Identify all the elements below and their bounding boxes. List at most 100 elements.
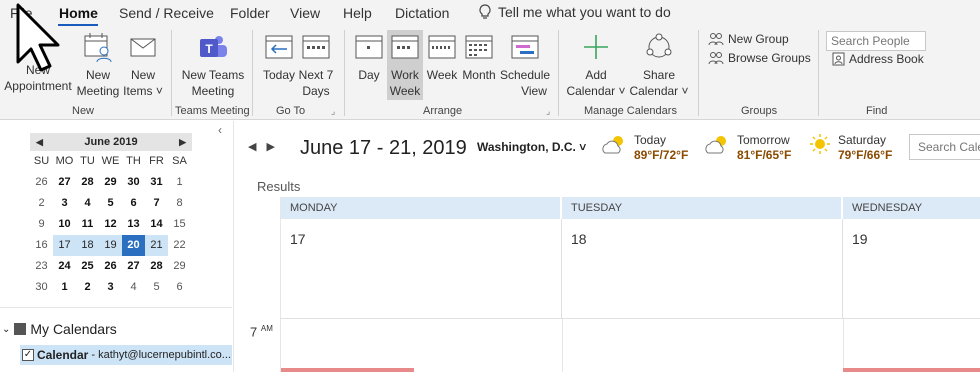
date-cell[interactable]: 9 [30, 214, 53, 235]
date-cell[interactable]: 3 [99, 277, 122, 298]
weather-location-dropdown[interactable]: Washington, D.C. ˅ [477, 140, 586, 154]
browse-groups-button[interactable]: Browse Groups [708, 51, 811, 65]
date-cell[interactable]: 26 [30, 172, 53, 193]
date-cell[interactable]: 16 [30, 235, 53, 256]
date-cell[interactable]: 22 [168, 235, 191, 256]
date-cell[interactable]: 24 [53, 256, 76, 277]
calendar-checkbox[interactable]: ✓ [22, 349, 34, 361]
day-cell-tuesday[interactable]: 18 [562, 219, 843, 319]
lightbulb-icon [479, 4, 491, 19]
date-cell[interactable]: 31 [145, 172, 168, 193]
date-cell[interactable]: 20 [122, 235, 145, 256]
date-cell[interactable]: 27 [53, 172, 76, 193]
prev-week-icon[interactable]: ◀ [248, 141, 266, 153]
next-month-icon[interactable]: ▶ [179, 133, 186, 151]
date-cell[interactable]: 15 [168, 214, 191, 235]
weekday-header: SU [33, 155, 50, 167]
date-cell[interactable]: 4 [76, 193, 99, 214]
new-group-button[interactable]: New Group [708, 32, 789, 46]
date-cell[interactable]: 7 [145, 193, 168, 214]
date-cell[interactable]: 28 [145, 256, 168, 277]
date-cell[interactable]: 6 [122, 193, 145, 214]
tab-help[interactable]: Help [343, 5, 372, 21]
day-cell-monday[interactable]: 17 [281, 219, 562, 319]
day-view-button[interactable]: Day [352, 30, 386, 83]
new-items-button[interactable]: New Items ˅ [122, 30, 164, 99]
date-range-title: June 17 - 21, 2019 [300, 137, 467, 159]
group-label-teams: Teams Meeting [175, 105, 250, 117]
next-7-days-button[interactable]: Next 7 Days [298, 30, 334, 99]
date-cell[interactable]: 10 [53, 214, 76, 235]
my-calendars-group[interactable]: ⌄ My Calendars [2, 321, 117, 337]
tab-send-receive[interactable]: Send / Receive [119, 5, 214, 21]
tab-dictation[interactable]: Dictation [395, 5, 449, 21]
schedule-label-1: Schedule [500, 68, 551, 82]
month-view-button[interactable]: Month [460, 30, 498, 83]
month-label: June 2019 [84, 136, 138, 148]
today-button[interactable]: Today [260, 30, 298, 83]
tell-me-box[interactable]: Tell me what you want to do [478, 4, 671, 20]
date-cell[interactable]: 3 [53, 193, 76, 214]
appointment-block[interactable] [843, 368, 980, 372]
date-cell[interactable]: 30 [30, 277, 53, 298]
date-cell[interactable]: 23 [30, 256, 53, 277]
date-cell[interactable]: 25 [76, 256, 99, 277]
address-book-button[interactable]: Address Book [832, 52, 924, 66]
date-cell[interactable]: 21 [145, 235, 168, 256]
date-cell[interactable]: 29 [168, 256, 191, 277]
collapse-pane-icon[interactable]: ‹ [218, 123, 222, 137]
results-label: Results [257, 179, 301, 194]
date-cell[interactable]: 8 [168, 193, 191, 214]
date-cell[interactable]: 17 [53, 235, 76, 256]
next-week-icon[interactable]: ▶ [266, 141, 284, 153]
tab-home[interactable]: Home [59, 5, 98, 21]
date-cell[interactable]: 1 [168, 172, 191, 193]
dialog-launcher-icon[interactable]: ⌟ [546, 106, 550, 117]
search-people-input[interactable]: Search People [826, 31, 926, 51]
people-icon [708, 33, 724, 46]
group-label-manage: Manage Calendars [584, 105, 677, 117]
date-cell[interactable]: 27 [122, 256, 145, 277]
date-cell[interactable]: 1 [53, 277, 76, 298]
week-view-button[interactable]: Week [424, 30, 460, 83]
partly-cloudy-icon [602, 136, 623, 154]
date-cell[interactable]: 12 [99, 214, 122, 235]
new-teams-meeting-button[interactable]: T New Teams Meeting [178, 30, 248, 99]
date-cell[interactable]: 30 [122, 172, 145, 193]
date-cell[interactable]: 28 [76, 172, 99, 193]
next7-label-1: Next 7 [298, 68, 334, 82]
prev-month-icon[interactable]: ◀ [36, 133, 43, 151]
tab-folder[interactable]: Folder [230, 5, 270, 21]
calendar-item[interactable]: ✓ Calendar - kathyt@lucernepubintl.co... [20, 345, 232, 365]
day-cell-wednesday[interactable]: 19 [843, 219, 980, 319]
date-cell[interactable]: 19 [99, 235, 122, 256]
date-cell[interactable]: 6 [168, 277, 191, 298]
date-cell[interactable]: 26 [99, 256, 122, 277]
schedule-view-button[interactable]: Schedule View [500, 30, 550, 99]
date-cell[interactable]: 14 [145, 214, 168, 235]
group-checkbox[interactable] [14, 323, 27, 335]
dialog-launcher-icon[interactable]: ⌟ [331, 106, 335, 117]
group-label-arrange: Arrange [423, 105, 463, 117]
date-cell[interactable]: 2 [76, 277, 99, 298]
date-cell[interactable]: 11 [76, 214, 99, 235]
date-cell[interactable]: 29 [99, 172, 122, 193]
date-cell[interactable]: 13 [122, 214, 145, 235]
today-label: Today [262, 68, 296, 82]
tab-view[interactable]: View [290, 5, 320, 21]
date-cell[interactable]: 5 [99, 193, 122, 214]
date-cell[interactable]: 4 [122, 277, 145, 298]
date-cell[interactable]: 5 [145, 277, 168, 298]
add-calendar-label-2: Calendar ˅ [566, 84, 626, 98]
new-meeting-button[interactable]: New Meeting [76, 30, 120, 99]
schedule-view-icon [511, 35, 539, 59]
work-week-view-button[interactable]: Work Week [387, 30, 423, 100]
work-week-icon [391, 35, 419, 59]
date-cell[interactable]: 18 [76, 235, 99, 256]
date-cell[interactable]: 2 [30, 193, 53, 214]
add-calendar-button[interactable]: Add Calendar ˅ [565, 30, 627, 99]
search-calendar-input[interactable]: Search Calendar [909, 134, 980, 160]
share-calendar-button[interactable]: Share Calendar ˅ [628, 30, 690, 99]
appointment-block[interactable] [281, 368, 414, 372]
day-header-tuesday: TUESDAY [562, 197, 841, 219]
